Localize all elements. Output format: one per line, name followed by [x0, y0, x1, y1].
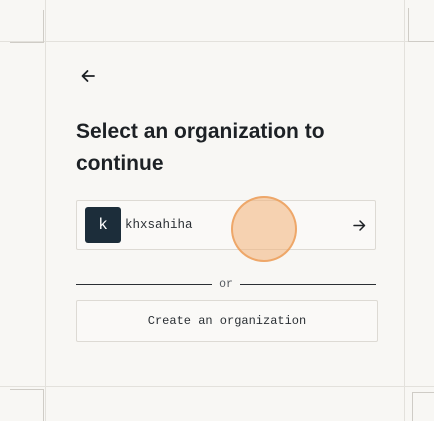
frame-line-right	[404, 0, 405, 421]
org-avatar: k	[85, 207, 121, 243]
organization-item[interactable]: k khxsahiha	[76, 200, 376, 250]
back-button[interactable]	[76, 64, 100, 88]
or-divider: or	[76, 276, 376, 292]
frame-line-top	[0, 41, 434, 42]
crop-mark-top-right	[408, 8, 434, 42]
divider-rule-right	[239, 283, 376, 285]
crop-mark-top-left	[10, 10, 44, 43]
select-org-arrow	[351, 217, 367, 233]
arrow-right-icon	[352, 219, 365, 231]
divider-rule-left	[76, 283, 213, 285]
divider-label: or	[219, 277, 233, 291]
create-organization-button[interactable]: Create an organization	[76, 300, 378, 342]
org-name: khxsahiha	[125, 218, 193, 232]
org-avatar-initial: k	[99, 216, 107, 233]
frame-line-left	[45, 0, 46, 421]
crop-mark-bottom-left	[10, 389, 44, 421]
page-title: Select an organization to continue	[76, 120, 325, 175]
arrow-left-icon	[81, 70, 95, 82]
frame-line-bottom	[0, 386, 434, 387]
crop-mark-bottom-right	[412, 392, 434, 421]
